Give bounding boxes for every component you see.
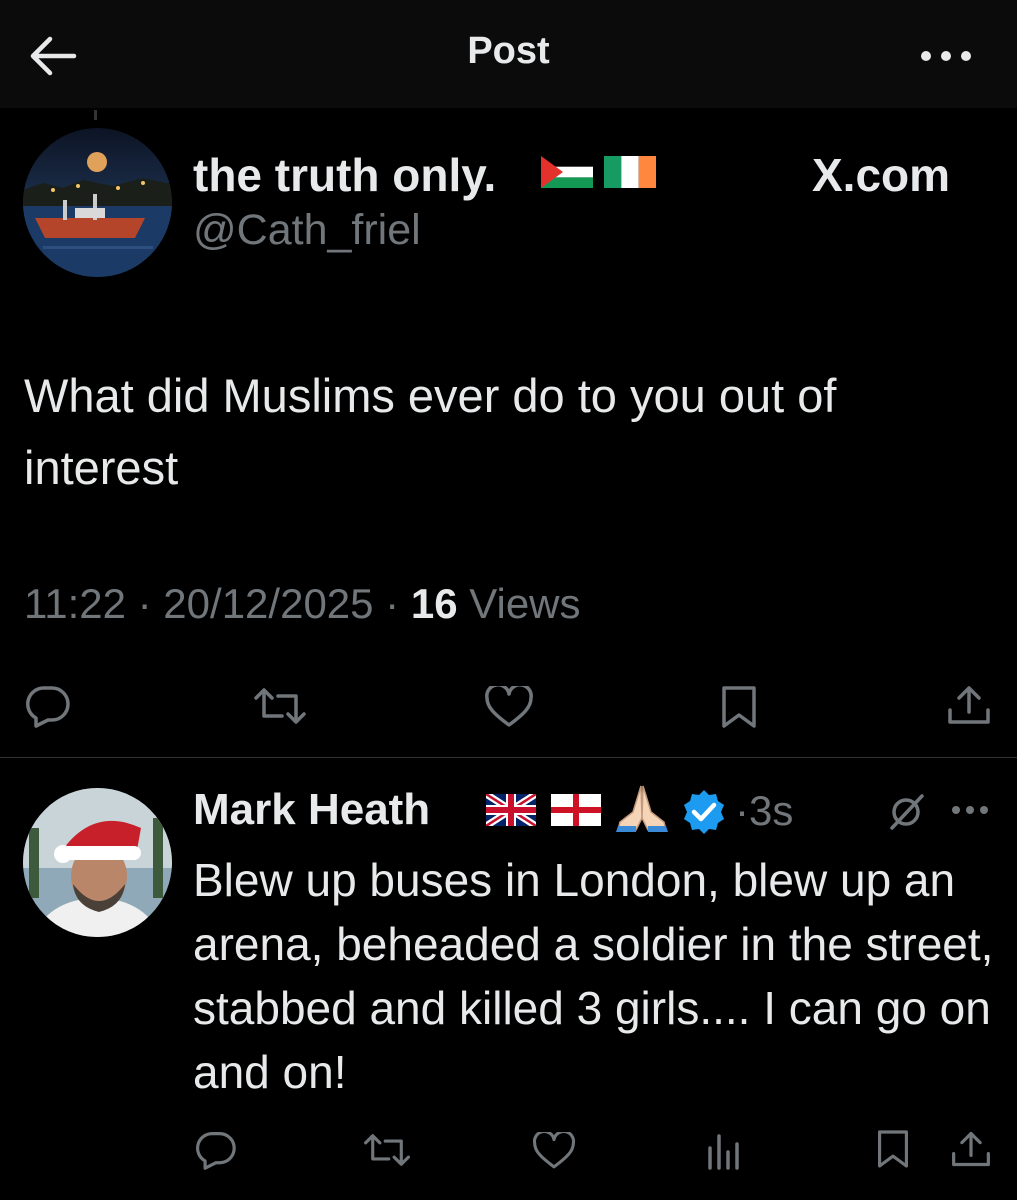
praying-hands-icon — [614, 782, 670, 839]
avatar[interactable] — [23, 128, 172, 277]
more-icon[interactable] — [918, 38, 974, 74]
palestine-flag-icon — [541, 156, 593, 193]
grok-icon[interactable] — [886, 792, 926, 837]
reply-repost-icon[interactable] — [362, 1132, 412, 1173]
reply-share-icon[interactable] — [950, 1128, 992, 1175]
reply-more-icon[interactable] — [950, 802, 990, 823]
repost-icon[interactable] — [252, 686, 308, 731]
uk-flag-icon — [484, 791, 538, 831]
author-handle[interactable]: @Cath_friel — [193, 206, 421, 255]
reply-author-name[interactable]: Mark Heath — [193, 785, 430, 835]
views-label: Views — [469, 580, 581, 627]
reply-bookmark-icon[interactable] — [876, 1128, 910, 1175]
reply-reply-icon[interactable] — [194, 1130, 238, 1175]
reply-avatar[interactable] — [23, 788, 172, 937]
tweet-meta: 11:22 · 20/12/2025 · 16 Views — [24, 580, 581, 628]
page-title: Post — [467, 30, 550, 72]
share-icon[interactable] — [946, 682, 992, 733]
divider — [0, 757, 1017, 758]
views-count: 16 — [410, 580, 458, 627]
england-flag-icon — [551, 794, 601, 831]
bookmark-icon[interactable] — [720, 684, 758, 735]
ireland-flag-icon — [604, 156, 656, 193]
tweet-text: What did Muslims ever do to you out of i… — [24, 369, 837, 494]
reply-timestamp[interactable]: ·3s — [735, 787, 793, 835]
reply-text: Blew up buses in London, blew up an aren… — [193, 854, 994, 1098]
verified-badge-icon[interactable] — [680, 788, 728, 841]
author-display-name[interactable]: the truth only. — [193, 148, 496, 202]
thread-line — [94, 110, 97, 120]
tweet-timestamp[interactable]: 11:22 · 20/12/2025 · — [24, 580, 399, 627]
source-label: X.com — [812, 149, 951, 201]
like-icon[interactable] — [484, 683, 534, 733]
reply-like-icon[interactable] — [532, 1129, 576, 1175]
reply-icon[interactable] — [24, 684, 72, 733]
views-icon[interactable] — [706, 1130, 742, 1175]
